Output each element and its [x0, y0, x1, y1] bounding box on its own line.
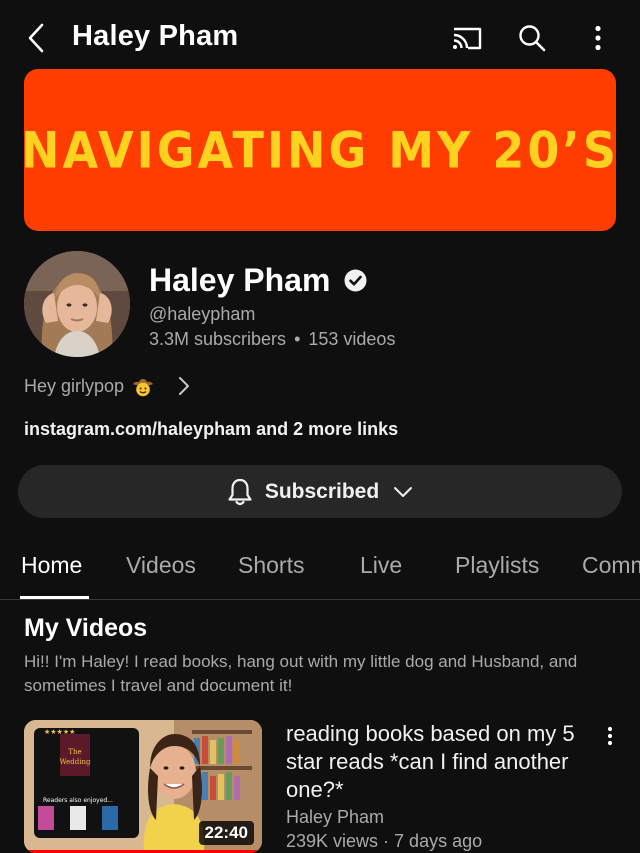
video-duration: 22:40 — [198, 821, 254, 845]
subscribed-label: Subscribed — [264, 479, 380, 503]
chevron-right-icon — [178, 376, 190, 396]
channel-links[interactable]: instagram.com/haleypham and 2 more links — [24, 419, 398, 440]
tab-home[interactable]: Home — [21, 552, 82, 579]
subscriber-count: 3.3M subscribers — [149, 329, 287, 349]
section-description: Hi!! I'm Haley! I read books, hang out w… — [24, 652, 578, 695]
banner-text: NAVIGATING MY 20’S — [24, 120, 616, 180]
channel-stats: 3.3M subscribers • 153 videos — [149, 329, 395, 350]
section-title[interactable]: My Videos — [24, 614, 147, 643]
back-arrow-icon — [28, 23, 44, 53]
tab-community[interactable]: Community — [582, 552, 640, 579]
cast-icon — [453, 27, 482, 50]
cast-button[interactable] — [447, 18, 487, 58]
channel-tagline: Hey girlypop — [24, 375, 125, 396]
back-button[interactable] — [18, 18, 54, 58]
chevron-down-icon — [394, 486, 413, 497]
video-card[interactable]: The Wedding ★★★★★ Readers also enjoyed..… — [0, 718, 640, 853]
more-vertical-icon — [595, 25, 601, 51]
tab-videos[interactable]: Videos — [126, 552, 196, 579]
tab-live[interactable]: Live — [360, 552, 402, 579]
video-menu-button[interactable] — [596, 720, 624, 752]
subscribed-button[interactable]: Subscribed — [18, 465, 622, 518]
search-button[interactable] — [512, 18, 552, 58]
top-bar: Haley Pham — [0, 0, 640, 76]
channel-name-text: Haley Pham — [149, 262, 331, 298]
more-vertical-icon — [607, 726, 613, 746]
tab-playlists[interactable]: Playlists — [455, 552, 539, 579]
video-title[interactable]: reading books based on my 5 star reads *… — [286, 720, 582, 804]
search-icon — [519, 25, 546, 52]
video-meta: 239K views · 7 days ago — [286, 831, 483, 851]
thumbnail-overlay-text: Readers also enjoyed... — [43, 797, 113, 804]
page-title: Haley Pham — [72, 20, 239, 52]
svg-text:★★★★★: ★★★★★ — [44, 728, 75, 736]
channel-description-row[interactable]: Hey girlypop — [24, 372, 190, 400]
avatar[interactable] — [24, 251, 130, 357]
video-channel-name: Haley Pham — [286, 807, 385, 827]
video-count: 153 videos — [308, 329, 396, 349]
channel-handle: @haleypham — [149, 304, 256, 324]
svg-text:The: The — [68, 748, 81, 756]
more-options-button[interactable] — [578, 18, 618, 58]
channel-tabs: Home Videos Shorts Live Playlists Commun… — [0, 535, 640, 600]
channel-name: Haley Pham — [149, 262, 367, 299]
active-tab-indicator — [20, 596, 89, 599]
avatar-photo — [24, 251, 130, 357]
tab-shorts[interactable]: Shorts — [238, 552, 304, 579]
stats-separator: • — [294, 329, 301, 349]
channel-banner: NAVIGATING MY 20’S — [24, 69, 616, 231]
verified-badge-icon — [344, 269, 367, 292]
video-thumbnail[interactable]: The Wedding ★★★★★ Readers also enjoyed..… — [24, 720, 262, 853]
cowboy-face-emoji-icon — [132, 375, 154, 397]
bell-icon — [228, 478, 252, 505]
svg-text:Wedding: Wedding — [60, 758, 91, 766]
